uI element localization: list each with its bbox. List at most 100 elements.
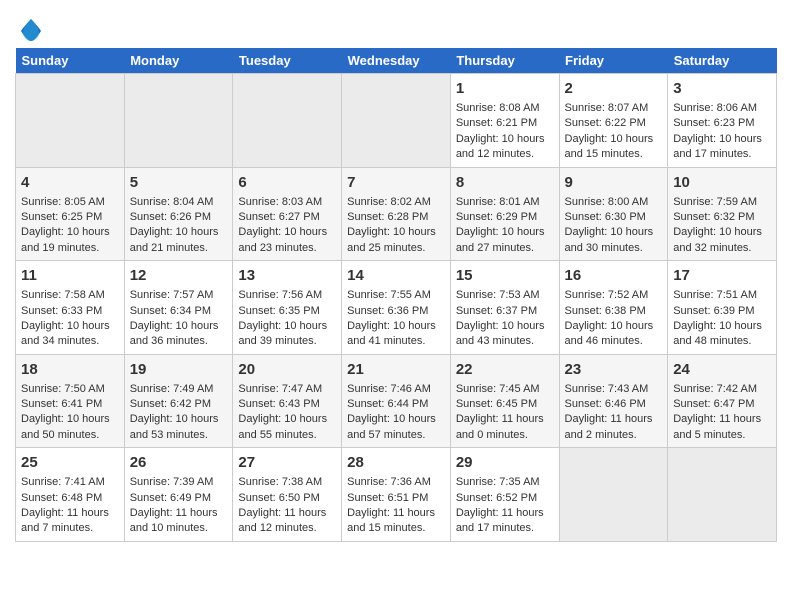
day-info: Daylight: 11 hours (673, 412, 771, 427)
day-number: 28 (347, 452, 445, 473)
day-info: Daylight: 10 hours (456, 132, 554, 147)
calendar-day-header: Thursday (450, 48, 559, 74)
calendar-day-cell: 28Sunrise: 7:36 AMSunset: 6:51 PMDayligh… (342, 448, 451, 542)
day-info: Sunset: 6:35 PM (238, 304, 336, 319)
day-info: Sunrise: 8:05 AM (21, 195, 119, 210)
day-info: and 27 minutes. (456, 241, 554, 256)
day-number: 4 (21, 172, 119, 193)
day-info: Daylight: 10 hours (21, 319, 119, 334)
day-info: and 48 minutes. (673, 334, 771, 349)
day-info: Daylight: 11 hours (130, 506, 228, 521)
day-info: Daylight: 10 hours (673, 225, 771, 240)
day-info: Sunrise: 8:02 AM (347, 195, 445, 210)
day-info: Sunset: 6:34 PM (130, 304, 228, 319)
day-info: Sunset: 6:43 PM (238, 397, 336, 412)
day-info: and 25 minutes. (347, 241, 445, 256)
day-info: and 23 minutes. (238, 241, 336, 256)
day-info: Daylight: 10 hours (21, 412, 119, 427)
calendar-day-header: Wednesday (342, 48, 451, 74)
day-info: Sunset: 6:29 PM (456, 210, 554, 225)
day-info: Sunset: 6:25 PM (21, 210, 119, 225)
day-info: Sunrise: 7:41 AM (21, 475, 119, 490)
calendar-day-cell: 16Sunrise: 7:52 AMSunset: 6:38 PMDayligh… (559, 261, 668, 355)
day-info: Sunset: 6:42 PM (130, 397, 228, 412)
day-number: 19 (130, 359, 228, 380)
day-info: Daylight: 10 hours (673, 319, 771, 334)
calendar-day-cell: 19 Sunrise: 7:49 AMSunset: 6:42 PMDayligh… (124, 354, 233, 448)
day-info: Sunset: 6:27 PM (238, 210, 336, 225)
day-info: Sunrise: 7:35 AM (456, 475, 554, 490)
day-info: Sunrise: 7:58 AM (21, 288, 119, 303)
day-info: Daylight: 10 hours (673, 132, 771, 147)
calendar-day-cell: 18 Sunrise: 7:50 AMSunset: 6:41 PMDayligh… (16, 354, 125, 448)
day-info: Sunrise: 8:03 AM (238, 195, 336, 210)
day-info: and 0 minutes. (456, 428, 554, 443)
day-number: 12 (130, 265, 228, 286)
day-number: 7 (347, 172, 445, 193)
day-info: Daylight: 10 hours (130, 319, 228, 334)
calendar-week-row: 11Sunrise: 7:58 AMSunset: 6:33 PMDayligh… (16, 261, 777, 355)
day-info: and 43 minutes. (456, 334, 554, 349)
calendar-header-row: SundayMondayTuesdayWednesdayThursdayFrid… (16, 48, 777, 74)
day-info: and 17 minutes. (673, 147, 771, 162)
day-info: Daylight: 11 hours (238, 506, 336, 521)
day-info: Sunrise: 8:01 AM (456, 195, 554, 210)
day-info: Sunrise: 7:59 AM (673, 195, 771, 210)
day-info: and 32 minutes. (673, 241, 771, 256)
calendar-day-cell: 29Sunrise: 7:35 AMSunset: 6:52 PMDayligh… (450, 448, 559, 542)
calendar-day-cell: 11Sunrise: 7:58 AMSunset: 6:33 PMDayligh… (16, 261, 125, 355)
day-info: Daylight: 10 hours (238, 319, 336, 334)
day-info: Sunset: 6:38 PM (565, 304, 663, 319)
day-info: and 30 minutes. (565, 241, 663, 256)
calendar-day-cell: 27Sunrise: 7:38 AMSunset: 6:50 PMDayligh… (233, 448, 342, 542)
day-info: Daylight: 10 hours (456, 225, 554, 240)
day-info: Daylight: 10 hours (347, 225, 445, 240)
day-info: Sunrise: 7:50 AM (21, 382, 119, 397)
calendar-day-cell: 7Sunrise: 8:02 AMSunset: 6:28 PMDaylight… (342, 167, 451, 261)
day-info: Daylight: 11 hours (347, 506, 445, 521)
day-number: 18 (21, 359, 119, 380)
day-info: Sunrise: 8:08 AM (456, 101, 554, 116)
day-info: Sunrise: 7:47 AM (238, 382, 336, 397)
day-info: Daylight: 11 hours (456, 506, 554, 521)
day-info: Sunrise: 7:53 AM (456, 288, 554, 303)
day-info: Daylight: 10 hours (565, 225, 663, 240)
calendar-day-header: Monday (124, 48, 233, 74)
day-info: Sunset: 6:41 PM (21, 397, 119, 412)
calendar-day-cell: 9Sunrise: 8:00 AMSunset: 6:30 PMDaylight… (559, 167, 668, 261)
day-info: and 34 minutes. (21, 334, 119, 349)
day-info: Sunset: 6:50 PM (238, 491, 336, 506)
calendar-day-cell: 14Sunrise: 7:55 AMSunset: 6:36 PMDayligh… (342, 261, 451, 355)
day-info: Sunset: 6:36 PM (347, 304, 445, 319)
calendar-week-row: 4 Sunrise: 8:05 AMSunset: 6:25 PM Daylight… (16, 167, 777, 261)
calendar-day-cell: 1Sunrise: 8:08 AMSunset: 6:21 PMDaylight… (450, 74, 559, 168)
calendar-week-row: 18Sunrise: 7:50 AMSunset: 6:41 PMDayligh… (16, 354, 777, 448)
day-number: 16 (565, 265, 663, 286)
day-info: Sunrise: 8:07 AM (565, 101, 663, 116)
day-info: Sunrise: 7:42 AM (673, 382, 771, 397)
day-info: Sunrise: 7:49 AM (130, 382, 228, 397)
day-info: and 53 minutes. (130, 428, 228, 443)
day-info: Sunrise: 7:55 AM (347, 288, 445, 303)
page-header (15, 10, 777, 43)
calendar-day-cell: 6Sunrise: 8:03 AMSunset: 6:27 PMDaylight… (233, 167, 342, 261)
day-info: Sunset: 6:44 PM (347, 397, 445, 412)
calendar-day-cell: 23Sunrise: 7:43 AMSunset: 6:46 PMDayligh… (559, 354, 668, 448)
day-info: and 2 minutes. (565, 428, 663, 443)
day-number: 24 (673, 359, 771, 380)
day-info: and 12 minutes. (238, 521, 336, 536)
day-info: Sunset: 6:37 PM (456, 304, 554, 319)
day-info: Sunset: 6:51 PM (347, 491, 445, 506)
logo-icon (17, 15, 45, 43)
day-info: and 46 minutes. (565, 334, 663, 349)
day-info: and 36 minutes. (130, 334, 228, 349)
day-info: Sunrise: 7:43 AM (565, 382, 663, 397)
day-info: and 19 minutes. (21, 241, 119, 256)
calendar-day-cell (668, 448, 777, 542)
day-info: Sunset: 6:47 PM (673, 397, 771, 412)
day-number: 15 (456, 265, 554, 286)
day-info: Daylight: 10 hours (565, 132, 663, 147)
day-info: Daylight: 10 hours (130, 412, 228, 427)
day-info: and 10 minutes. (130, 521, 228, 536)
day-number: 26 (130, 452, 228, 473)
